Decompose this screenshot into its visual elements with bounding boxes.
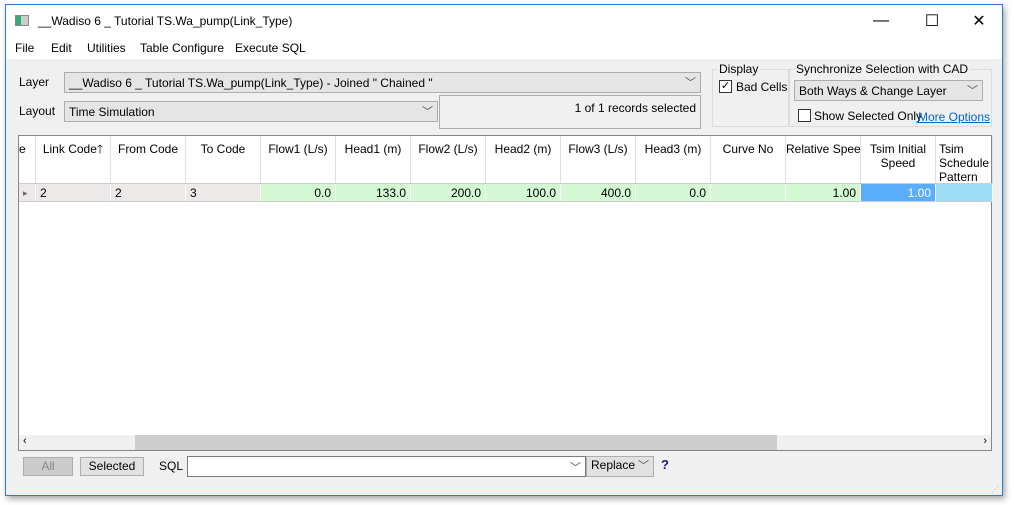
show-selected-checkbox[interactable] (798, 109, 811, 122)
sort-ascending-icon: 🡑 (96, 142, 104, 156)
records-status: 1 of 1 records selected (439, 95, 701, 129)
column-header[interactable]: Tsim Schedule Pattern No (936, 136, 993, 183)
column-header[interactable]: Curve No (711, 136, 786, 183)
layout-label: Layout (19, 104, 56, 118)
cell-relative-speed[interactable]: 1.00 (786, 184, 861, 201)
main-window: __Wadiso 6 _ Tutorial TS.Wa_pump(Link_Ty… (5, 4, 1003, 496)
sql-input[interactable]: ﹀ (187, 456, 586, 477)
chevron-down-icon: ﹀ (570, 462, 581, 474)
mode-value: Replace (591, 458, 636, 472)
menu-utilities[interactable]: Utilities (87, 41, 126, 55)
layout-dropdown[interactable]: Time Simulation ﹀ (64, 101, 438, 122)
selected-button[interactable]: Selected (80, 457, 144, 476)
chevron-down-icon: ﹀ (638, 460, 649, 472)
scroll-right-icon[interactable]: › (983, 435, 987, 447)
layer-label: Layer (19, 75, 50, 89)
layer-value: __Wadiso 6 _ Tutorial TS.Wa_pump(Link_Ty… (69, 76, 433, 90)
column-header-link-code[interactable]: Link Code🡑 (36, 136, 111, 183)
all-button[interactable]: All (23, 457, 73, 476)
layout-value: Time Simulation (69, 105, 155, 119)
scrollbar-thumb[interactable] (135, 435, 777, 450)
app-icon (15, 15, 29, 26)
column-header[interactable]: Head2 (m) (486, 136, 561, 183)
column-header[interactable]: From Code (111, 136, 186, 183)
help-icon[interactable]: ? (661, 457, 669, 472)
minimize-button[interactable]: — (858, 5, 904, 37)
resize-grip-icon[interactable]: ⋰ (991, 485, 999, 494)
show-selected-label: Show Selected Only (814, 109, 923, 123)
chevron-down-icon: ﹀ (422, 106, 433, 118)
maximize-button[interactable]: ☐ (909, 5, 955, 37)
layer-dropdown[interactable]: __Wadiso 6 _ Tutorial TS.Wa_pump(Link_Ty… (64, 72, 701, 93)
grid-header: e Link Code🡑 From Code To Code Flow1 (L/… (19, 136, 993, 183)
menu-execute-sql[interactable]: Execute SQL (235, 41, 306, 55)
menu-edit[interactable]: Edit (51, 41, 72, 55)
close-button[interactable]: ✕ (956, 5, 1002, 37)
cell-from-code[interactable]: 2 (111, 184, 186, 201)
cell-to-code[interactable]: 3 (186, 184, 261, 201)
mode-dropdown[interactable]: Replace ﹀ (586, 456, 654, 477)
column-label: Link Code (42, 142, 97, 156)
display-group: Display ✓ Bad Cells (712, 62, 789, 127)
bad-cells-label: Bad Cells (736, 80, 788, 94)
title-bar: __Wadiso 6 _ Tutorial TS.Wa_pump(Link_Ty… (6, 5, 1002, 37)
cell-head3[interactable]: 0.0 (636, 184, 711, 201)
sql-label: SQL (159, 459, 184, 473)
cell-flow3[interactable]: 400.0 (561, 184, 636, 201)
scroll-left-icon[interactable]: ‹ (23, 435, 27, 447)
column-header[interactable]: To Code (186, 136, 261, 183)
row-indicator-icon: ▸ (19, 184, 36, 201)
column-header[interactable]: Tsim Initial Speed (861, 136, 936, 183)
cell-flow1[interactable]: 0.0 (261, 184, 336, 201)
column-header[interactable]: Flow1 (L/s) (261, 136, 336, 183)
sync-group: Synchronize Selection with CAD Both Ways… (789, 62, 992, 127)
chevron-down-icon: ﹀ (967, 85, 978, 97)
cell-tsim-schedule-pattern[interactable] (936, 184, 993, 201)
column-header[interactable]: Flow3 (L/s) (561, 136, 636, 183)
column-header[interactable]: Head3 (m) (636, 136, 711, 183)
data-grid: e Link Code🡑 From Code To Code Flow1 (L/… (18, 135, 993, 451)
sync-title: Synchronize Selection with CAD (794, 62, 971, 76)
menu-table-configure[interactable]: Table Configure (140, 41, 224, 55)
window-title: __Wadiso 6 _ Tutorial TS.Wa_pump(Link_Ty… (38, 14, 293, 28)
menu-file[interactable]: File (15, 41, 34, 55)
bad-cells-checkbox[interactable]: ✓ (719, 80, 732, 93)
column-header[interactable]: Head1 (m) (336, 136, 411, 183)
sync-value: Both Ways & Change Layer (799, 84, 947, 98)
more-options-link[interactable]: More Options (918, 110, 990, 124)
column-header[interactable]: Relative Speed (786, 136, 861, 183)
menu-bar: File Edit Utilities Table Configure Exec… (6, 37, 1002, 59)
column-header[interactable]: e (19, 136, 36, 183)
horizontal-scrollbar[interactable]: ‹ › (19, 435, 991, 450)
display-title: Display (717, 62, 761, 76)
sync-dropdown[interactable]: Both Ways & Change Layer ﹀ (794, 80, 983, 101)
cell-tsim-initial-speed[interactable]: 1.00 (861, 184, 936, 201)
chevron-down-icon: ﹀ (685, 77, 696, 89)
cell-link-code[interactable]: 2 (36, 184, 111, 201)
cell-flow2[interactable]: 200.0 (411, 184, 486, 201)
column-header[interactable]: Flow2 (L/s) (411, 136, 486, 183)
table-row[interactable]: ▸ 2 2 3 0.0 133.0 200.0 100.0 400.0 0.0 … (19, 183, 993, 202)
cell-head1[interactable]: 133.0 (336, 184, 411, 201)
cell-curve-no[interactable] (711, 184, 786, 201)
cell-head2[interactable]: 100.0 (486, 184, 561, 201)
